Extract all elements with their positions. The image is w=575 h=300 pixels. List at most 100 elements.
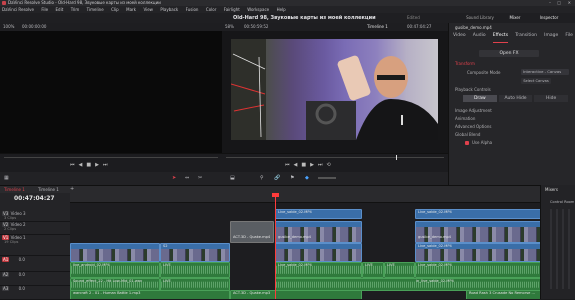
composite-mode-select[interactable]: Interactive - Canvas [521, 69, 569, 75]
clip-v1-b[interactable]: S2 [160, 243, 230, 262]
clip-a1-c[interactable]: Live_sable_02.MP4 [275, 262, 362, 278]
track-header-a1: A1 0.0 [0, 257, 70, 272]
program-timecode: 00:50:59:52 [244, 24, 269, 29]
use-alpha-checkbox[interactable] [465, 141, 469, 145]
tab-transition[interactable]: Transition [515, 33, 537, 43]
clip-v1-a[interactable] [70, 243, 160, 262]
clip-label: Road Rash 3 Crusade No Remorse ... [469, 291, 535, 295]
flag-icon[interactable]: ⚑ [290, 175, 294, 181]
source-prev-icon[interactable]: ⏮ [70, 162, 79, 168]
playhead-handle[interactable] [272, 193, 279, 197]
hide-button[interactable]: Hide [534, 95, 569, 102]
track-id-a3: A3 [2, 286, 10, 291]
clip-v1-c[interactable] [275, 243, 362, 262]
clip-a1-d[interactable]: LIVE [362, 262, 384, 278]
program-play-icon[interactable]: ▶ [310, 162, 318, 168]
program-viewer[interactable]: 58% 00:50:59:52 Timeline 1 00:47:04:27 [222, 23, 448, 153]
section-advanced-options[interactable]: Advanced Options [455, 124, 491, 129]
source-viewer[interactable]: 100% 00:00:00:00 [0, 23, 222, 153]
tab-image[interactable]: Image [544, 33, 558, 43]
source-zoom[interactable]: 100% [3, 23, 14, 31]
menu-item-edit[interactable]: Edit [56, 6, 64, 13]
source-scrubber[interactable] [4, 157, 218, 158]
menu-item-playback[interactable]: Playback [160, 6, 178, 13]
clip-v2-c[interactable]: gusibe_demo.mp4 [415, 221, 540, 243]
source-stop-icon[interactable]: ■ [86, 162, 95, 168]
auto-hide-button[interactable]: Auto Hide [498, 95, 533, 102]
draw-label: Draw [473, 96, 486, 101]
mode-buttons: Draw Auto Hide Hide [463, 95, 569, 102]
open-fx-button[interactable]: Open FX [479, 50, 539, 57]
menu-item-mark[interactable]: Mark [126, 6, 136, 13]
clip-v3-b[interactable]: Live_sable_02.MP4 [415, 209, 540, 219]
menu-item-timeline[interactable]: Timeline [87, 6, 104, 13]
program-timeline-name[interactable]: Timeline 1 [367, 23, 388, 31]
tab-audio[interactable]: Audio [473, 33, 486, 43]
program-prev-icon[interactable]: ⏮ [285, 162, 294, 168]
trim-tool-icon[interactable]: ⇔ [185, 175, 189, 181]
source-play-icon[interactable]: ▶ [95, 162, 103, 168]
clip-a1-f[interactable]: Live_sable_02.MP4 [415, 262, 540, 278]
clip-v2-b[interactable]: gusibe_demo.mp4 [275, 221, 362, 243]
link-icon[interactable]: 🔗 [274, 175, 280, 181]
source-next-icon[interactable]: ⏭ [103, 162, 112, 168]
clip-label: LIVE [365, 263, 373, 267]
menu-item-clip[interactable]: Clip [111, 6, 119, 13]
add-tab-icon[interactable]: + [70, 186, 74, 192]
menu-item-help[interactable]: Help [277, 6, 286, 13]
source-transport-controls: ⏮◀■▶⏭ [70, 162, 111, 168]
insert-icon[interactable]: ⬓ [230, 175, 235, 181]
tab-video[interactable]: Video [453, 33, 466, 43]
section-image-adjustment[interactable]: Image Adjustment [455, 108, 492, 113]
timeline-tab-1[interactable]: Timeline 1 [4, 187, 25, 192]
clip-a1-b[interactable]: LIVE [160, 262, 230, 278]
menu-item-file[interactable]: File [41, 6, 48, 13]
menu-item-fusion[interactable]: Fusion [186, 6, 199, 13]
menu-item-resolve[interactable]: DaVinci Resolve [2, 6, 34, 13]
draw-button[interactable]: Draw [463, 95, 497, 102]
section-animation[interactable]: Animation [455, 116, 475, 121]
timeline-ruler[interactable] [70, 193, 540, 203]
menu-item-workspace[interactable]: Workspace [247, 6, 269, 13]
inspector-button[interactable]: Inspector [534, 14, 564, 22]
zoom-slider[interactable] [318, 177, 336, 179]
tab-file[interactable]: File [565, 33, 573, 43]
clip-a3-a[interactable]: warcraft 2 - 01 - Human Battle 1.mp3 [70, 290, 230, 299]
selection-tool-icon[interactable]: ➤ [172, 175, 176, 181]
program-scrubber[interactable] [226, 157, 444, 158]
clip-a3-b[interactable]: ACT.3D - Quake.mp3 [230, 290, 362, 299]
section-transform[interactable]: Transform [455, 61, 475, 66]
section-playback-controls[interactable]: Playback Controls [455, 87, 491, 92]
menu-item-color[interactable]: Color [206, 6, 216, 13]
clip-a1-a[interactable]: live_android_02.MP4 [70, 262, 160, 278]
snap-icon[interactable]: ⚲ [260, 175, 264, 181]
playhead[interactable] [275, 193, 276, 299]
sound-library-label: Sound Library [466, 15, 494, 20]
layout-icon[interactable]: ▦ [4, 175, 9, 181]
program-loop-icon[interactable]: ⟲ [326, 162, 334, 168]
clip-thumbnails [71, 249, 159, 261]
program-stop-icon[interactable]: ■ [301, 162, 310, 168]
select-canvas-button[interactable]: Select Canvas [521, 78, 551, 84]
edited-label: Edited [407, 15, 420, 20]
timeline-tab-2[interactable]: Timeline 1 [38, 187, 59, 192]
program-playhead-marker[interactable] [396, 155, 397, 160]
menu-item-view[interactable]: View [143, 6, 153, 13]
clip-v1-d[interactable]: Live_sable_02.MP4 [415, 243, 540, 262]
sound-library-button[interactable]: Sound Library [464, 14, 496, 22]
clip-a3-c[interactable]: Road Rash 3 Crusade No Remorse ... [466, 290, 540, 299]
tab-effects[interactable]: Effects [492, 33, 509, 43]
timeline-tracks[interactable]: Live_sable_02.MP4 Live_sable_02.MP4 ACT.… [70, 193, 540, 299]
mixer-button[interactable]: Mixer [502, 14, 528, 22]
blade-tool-icon[interactable]: ✂ [198, 175, 202, 181]
menu-item-fairlight[interactable]: Fairlight [224, 6, 240, 13]
clip-a1-e[interactable]: LIVE [384, 262, 415, 278]
track-clips-v1: 19 Clips [4, 240, 19, 244]
marker-icon[interactable]: ◆ [305, 175, 309, 181]
program-zoom[interactable]: 58% [225, 23, 234, 31]
clip-v2-a[interactable]: ACT.3D - Quake.mp4 [230, 221, 274, 243]
clip-v3-a[interactable]: Live_sable_02.MP4 [275, 209, 362, 219]
track-id-a2: A2 [2, 272, 10, 277]
menu-item-trim[interactable]: Trim [71, 6, 80, 13]
section-global-blend[interactable]: Global Blend [455, 132, 480, 137]
